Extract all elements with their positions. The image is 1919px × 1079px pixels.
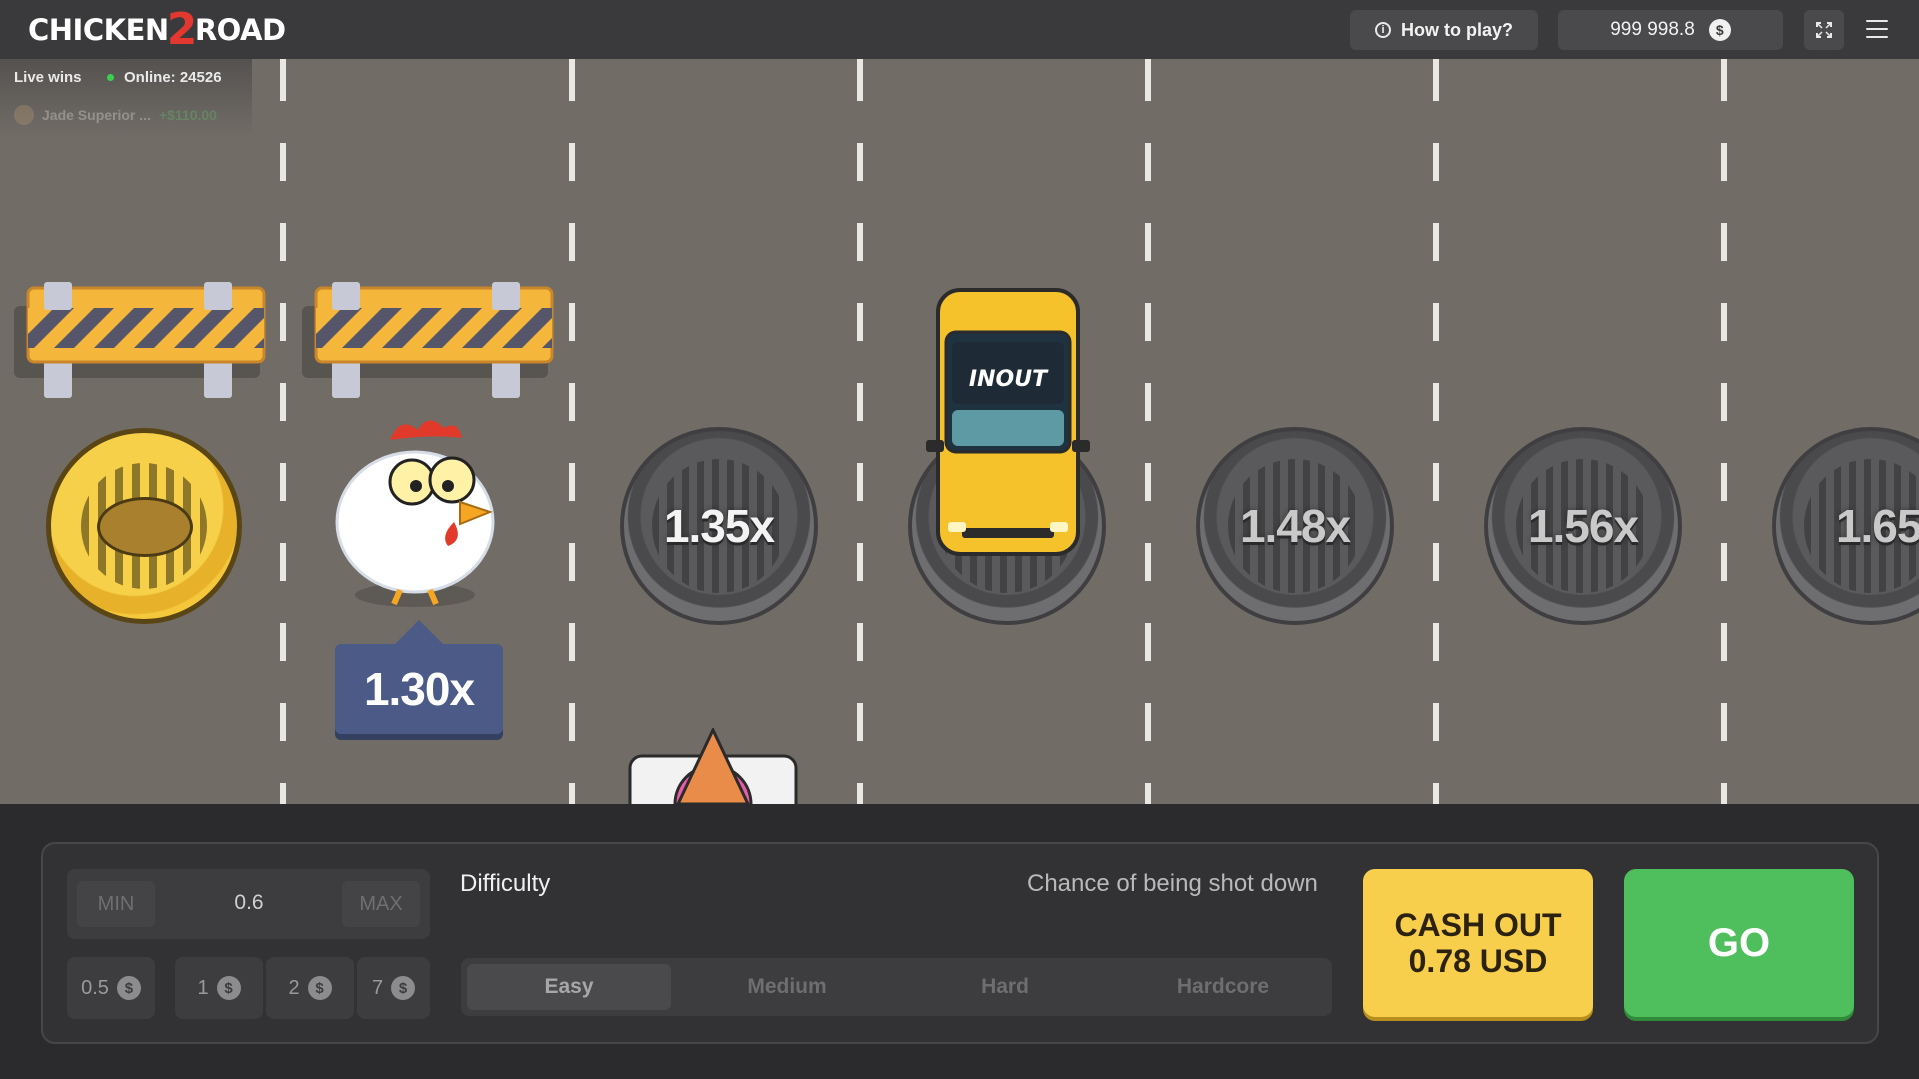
go-button[interactable]: GO [1624,869,1854,1017]
multiplier-text: 1.48x [1239,500,1351,552]
multiplier-text: 1.35x [663,500,775,552]
taxi-car-icon: INOUT [926,288,1090,556]
lane-divider [1721,59,1727,804]
info-icon: i [1375,22,1391,38]
difficulty-hardcore[interactable]: Hardcore [1121,964,1325,1010]
dollar-coin-icon: $ [216,976,241,1000]
dollar-coin-icon: $ [1708,19,1731,41]
bet-chip-value: 0.5 [81,976,109,999]
lane-divider [1433,59,1439,804]
online-dot-icon [107,74,114,81]
online-count-text: Online: 24526 [124,69,222,86]
bet-chip-value: 7 [371,976,384,999]
lane-divider [1145,59,1151,804]
logo-text-road: ROAD [194,13,286,47]
dollar-coin-icon: $ [307,976,332,1000]
manhole-multiplier: 1.56x [1484,427,1682,625]
bet-min-button[interactable]: MIN [77,881,155,927]
bet-amount-input[interactable]: MIN 0.6 MAX [67,869,430,939]
dollar-coin-icon: $ [391,976,416,1000]
car-brand-text: INOUT [969,367,1049,392]
live-wins-label: Live wins [14,69,82,86]
difficulty-selector: Easy Medium Hard Hardcore [461,958,1332,1016]
bet-chip-0-5[interactable]: 0.5 $ [67,957,155,1019]
balance-value: 999 998.8 [1610,19,1695,40]
live-win-amount: +$110.00 [158,107,217,123]
how-to-play-button[interactable]: i How to play? [1350,10,1538,50]
current-multiplier-label: 1.30x [335,620,503,734]
logo-text-two: 2 [166,4,198,55]
bet-chip-value: 1 [197,976,209,999]
bet-chip-7[interactable]: 7 $ [357,957,430,1019]
multiplier-text: 1.56x [1527,500,1639,552]
lane-divider [569,59,575,804]
road-barrier-icon [302,282,554,398]
live-win-name: Jade Superior ... [42,107,151,123]
live-wins-panel: Live wins Online: 24526 Jade Superior ..… [0,59,252,137]
balance-display: 999 998.8 $ [1558,10,1783,50]
manhole-multiplier: 1.35x [620,427,818,625]
bet-chip-1[interactable]: 1 $ [175,957,263,1019]
fullscreen-button[interactable] [1804,10,1844,50]
difficulty-easy[interactable]: Easy [467,964,671,1010]
bet-chip-2[interactable]: 2 $ [266,957,354,1019]
roast-chicken-icon [97,497,193,557]
logo-text-chicken: CHICKEN [28,13,169,47]
dollar-coin-icon: $ [116,976,141,1000]
chance-label: Chance of being shot down [1027,870,1318,897]
cash-out-button[interactable]: CASH OUT 0.78 USD [1363,869,1593,1017]
fullscreen-icon [1816,22,1832,38]
multiplier-text: 1.65x [1835,500,1919,552]
how-to-play-label: How to play? [1401,19,1513,40]
ice-cream-truck-icon [628,728,798,804]
bet-chip-value: 2 [288,976,300,999]
road-barrier-icon [14,282,266,398]
chicken-icon [335,420,495,607]
lane-divider [857,59,863,804]
bet-max-button[interactable]: MAX [342,881,420,927]
live-win-item: Jade Superior ... +$110.00 [14,105,217,125]
manhole-multiplier: 1.48x [1196,427,1394,625]
game-logo: CHICKEN 2 ROAD [28,4,286,55]
cash-out-amount: 0.78 USD [1408,943,1548,979]
difficulty-hard[interactable]: Hard [903,964,1107,1010]
online-count: Online: 24526 [107,69,222,86]
bet-value[interactable]: 0.6 [207,891,291,915]
difficulty-title: Difficulty [460,870,551,897]
difficulty-medium[interactable]: Medium [685,964,889,1010]
hamburger-menu-icon[interactable] [1866,20,1888,38]
gold-coin-icon [46,428,242,624]
lane-divider [280,59,286,804]
cash-out-label: CASH OUT [1394,907,1562,943]
top-bar: CHICKEN 2 ROAD i How to play? 999 998.8 … [0,0,1919,59]
avatar [14,105,34,125]
